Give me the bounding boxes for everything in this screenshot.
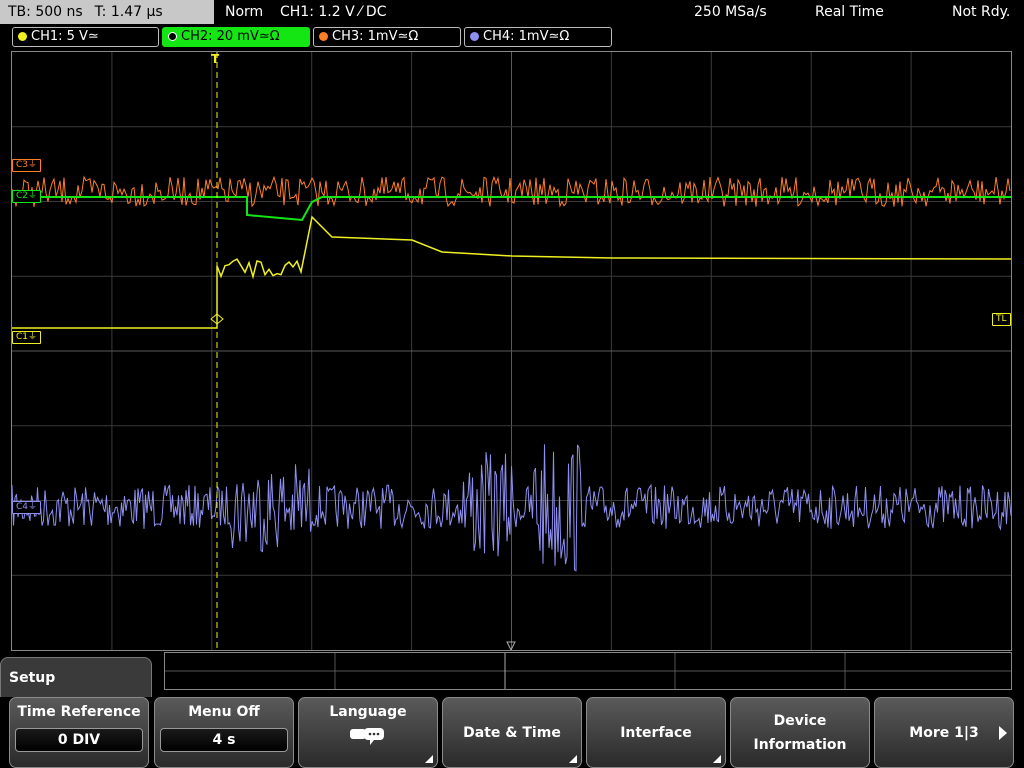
channel-tab-3[interactable]: CH3: 1mV≃Ω — [313, 27, 461, 47]
zoom-overview-strip — [164, 652, 1012, 690]
timebase-box[interactable]: TB: 500 ns T: 1.47 µs — [0, 0, 214, 24]
strip-grid — [165, 653, 1011, 689]
trigger-mode[interactable]: Norm — [225, 0, 263, 24]
trigger-time: T: 1.47 µs — [94, 4, 163, 20]
ch4-ground-marker[interactable]: C4⏚ — [12, 501, 42, 514]
interface-button[interactable]: Interface — [586, 697, 726, 768]
ch4-color-icon — [470, 32, 479, 41]
channel-label: CH1: 5 V≃ — [31, 29, 99, 44]
channel-label: CH3: 1mV≃Ω — [332, 29, 419, 44]
key-label: Interface — [620, 724, 692, 741]
channel-tab-1[interactable]: CH1: 5 V≃ — [12, 27, 159, 47]
channel-tab-2[interactable]: CH2: 20 mV≃Ω — [162, 27, 310, 47]
waveform-canvas — [12, 52, 1011, 650]
time-reference-button[interactable]: Time Reference 0 DIV — [9, 697, 149, 768]
menu-off-button[interactable]: Menu Off 4 s — [154, 697, 294, 768]
ch3-color-icon — [319, 32, 328, 41]
time-reference-value: 0 DIV — [15, 728, 143, 752]
channel-label: CH2: 20 mV≃Ω — [181, 29, 280, 44]
language-button[interactable]: Language — [298, 697, 438, 768]
key-label: Device Information — [753, 712, 847, 753]
waveform-display[interactable] — [11, 51, 1012, 651]
ch2-ground-marker[interactable]: C2⏚ — [12, 190, 42, 203]
sample-rate: 250 MSa/s — [694, 4, 767, 20]
channel-label: CH4: 1mV≃Ω — [483, 29, 570, 44]
device-information-button[interactable]: Device Information — [730, 697, 870, 768]
submenu-indicator-icon — [425, 755, 433, 763]
acquisition-state: Not Rdy. — [952, 4, 1011, 20]
speech-bubbles-icon — [348, 726, 388, 746]
key-label: More 1|3 — [909, 724, 979, 741]
ch1-ground-marker[interactable]: C1⏚ — [12, 331, 42, 344]
ch2-color-icon — [168, 32, 177, 41]
ch1-color-icon — [18, 32, 27, 41]
submenu-indicator-icon — [713, 755, 721, 763]
menu-off-value: 4 s — [160, 728, 288, 752]
trigger-position-marker[interactable]: T — [211, 52, 219, 66]
menu-title: Setup — [0, 657, 152, 697]
arrow-right-icon — [999, 726, 1007, 740]
channel-tab-4[interactable]: CH4: 1mV≃Ω — [464, 27, 612, 47]
key-label: Date & Time — [463, 724, 561, 741]
acquisition-mode: Real Time — [815, 4, 884, 20]
trigger-info[interactable]: CH1: 1.2 V ⁄ DC — [280, 0, 386, 24]
ch3-ground-marker[interactable]: C3⏚ — [12, 159, 42, 172]
date-time-button[interactable]: Date & Time — [442, 697, 582, 768]
key-label: Time Reference — [17, 704, 141, 720]
key-label: Menu Off — [188, 704, 260, 720]
more-button[interactable]: More 1|3 — [874, 697, 1014, 768]
timebase-value: TB: 500 ns — [8, 4, 83, 20]
submenu-indicator-icon — [569, 755, 577, 763]
trigger-level-marker[interactable]: TL — [992, 313, 1011, 326]
key-label: Language — [329, 704, 407, 720]
